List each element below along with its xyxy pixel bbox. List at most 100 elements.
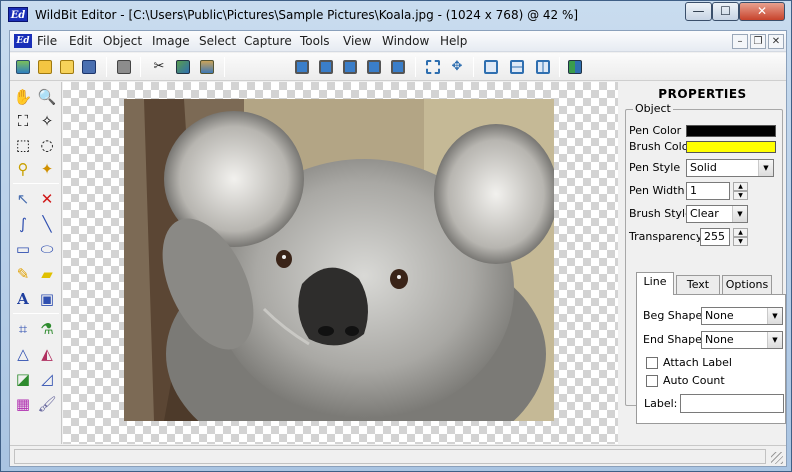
tile-vertical-icon[interactable] [533, 57, 553, 77]
paste-icon[interactable] [197, 57, 217, 77]
monitor-1-icon[interactable] [292, 57, 312, 77]
hand-icon[interactable]: ✋ [12, 86, 34, 108]
eyedropper-icon[interactable]: ⚗ [36, 318, 58, 340]
transparency-input[interactable]: 255 [700, 228, 730, 246]
auto-count-checkbox[interactable] [646, 375, 658, 387]
monitor-4-icon[interactable] [364, 57, 384, 77]
text-frame-icon[interactable]: ▣ [36, 288, 58, 310]
document-icon[interactable]: Ed [14, 34, 32, 48]
brush-icon[interactable]: 🖌 [36, 393, 58, 415]
menu-file[interactable]: File [37, 34, 57, 48]
brush-color-label: Brush Color [629, 140, 693, 153]
pencil-icon[interactable]: ✎ [12, 263, 34, 285]
spin-up-icon[interactable]: ▲ [733, 228, 748, 237]
freehand-line-icon[interactable]: ∫ [12, 213, 34, 235]
chevron-down-icon[interactable]: ▼ [767, 332, 782, 348]
select-lasso-icon[interactable]: ⛶ [12, 110, 34, 132]
line-tab-panel: Beg Shape None ▼ End Shape None ▼ Attach… [636, 294, 786, 424]
toolbar-separator [473, 57, 474, 77]
cut-icon[interactable]: ✂ [149, 57, 169, 77]
rotate-icon[interactable]: △ [12, 343, 34, 365]
maximize-button[interactable]: ☐ [712, 2, 739, 21]
koala-image[interactable] [124, 99, 554, 421]
adjust-icon[interactable]: ◪ [12, 368, 34, 390]
rectangle-icon[interactable]: ▭ [12, 238, 34, 260]
pen-style-select[interactable]: Solid ▼ [686, 159, 774, 177]
sticky-note-icon[interactable]: ▰ [36, 263, 58, 285]
menu-window[interactable]: Window [382, 34, 429, 48]
brush-style-select[interactable]: Clear ▼ [686, 205, 748, 223]
open-icon[interactable] [35, 57, 55, 77]
brush-color-swatch[interactable] [686, 141, 776, 153]
menu-object[interactable]: Object [103, 34, 142, 48]
mdi-minimize-button[interactable]: – [732, 34, 748, 49]
menu-tools[interactable]: Tools [300, 34, 330, 48]
fit-window-icon[interactable] [423, 57, 443, 77]
exit-icon[interactable] [565, 57, 585, 77]
menu-select[interactable]: Select [199, 34, 236, 48]
pen-style-value: Solid [690, 161, 717, 174]
pen-width-input[interactable]: 1 [686, 182, 730, 200]
save-icon[interactable] [79, 57, 99, 77]
end-shape-select[interactable]: None ▼ [701, 331, 783, 349]
spin-down-icon[interactable]: ▼ [733, 191, 748, 200]
pen-width-stepper[interactable]: ▲ ▼ [733, 182, 748, 200]
pan-icon[interactable]: ✥ [447, 57, 467, 77]
zoom-icon[interactable]: 🔍 [36, 86, 58, 108]
auto-count-text: Auto Count [663, 374, 725, 387]
cascade-icon[interactable] [481, 57, 501, 77]
chevron-down-icon[interactable]: ▼ [767, 308, 782, 324]
minimize-button[interactable]: — [685, 2, 712, 21]
tab-line[interactable]: Line [636, 272, 674, 295]
tab-options[interactable]: Options [722, 275, 772, 294]
tile-horizontal-icon[interactable] [507, 57, 527, 77]
new-image-icon[interactable] [13, 57, 33, 77]
menu-edit[interactable]: Edit [69, 34, 92, 48]
transparency-stepper[interactable]: ▲ ▼ [733, 228, 748, 246]
menu-capture[interactable]: Capture [244, 34, 292, 48]
line-icon[interactable]: ╲ [36, 213, 58, 235]
monitor-3-icon[interactable] [340, 57, 360, 77]
text-icon[interactable]: A [12, 288, 34, 310]
copy-icon[interactable] [173, 57, 193, 77]
spin-up-icon[interactable]: ▲ [733, 182, 748, 191]
delete-x-icon[interactable]: ✕ [36, 188, 58, 210]
palette-icon[interactable]: ▦ [12, 393, 34, 415]
label-input[interactable] [680, 394, 784, 413]
select-ellipse-icon[interactable]: ◌ [36, 134, 58, 156]
magic-wand-icon[interactable]: ✦ [36, 158, 58, 180]
mdi-close-button[interactable]: ✕ [768, 34, 784, 49]
resize-grip-icon[interactable] [771, 452, 783, 464]
attach-label-checkbox[interactable] [646, 357, 658, 369]
mdi-restore-button[interactable]: ❐ [750, 34, 766, 49]
canvas-area[interactable] [63, 82, 618, 444]
chevron-down-icon[interactable]: ▼ [732, 206, 747, 222]
menu-image[interactable]: Image [152, 34, 190, 48]
status-field [14, 449, 766, 464]
brush-style-label: Brush Style [629, 207, 692, 220]
ellipse-icon[interactable]: ⬭ [36, 238, 58, 260]
crop-icon[interactable]: ⌗ [12, 318, 34, 340]
measure-icon[interactable]: ◿ [36, 368, 58, 390]
label-field-label: Label: [644, 397, 678, 410]
beg-shape-select[interactable]: None ▼ [701, 307, 783, 325]
title-bar[interactable]: Ed WildBit Editor - [C:\Users\Public\Pic… [1, 1, 791, 29]
open-folder-icon[interactable] [57, 57, 77, 77]
spin-down-icon[interactable]: ▼ [733, 237, 748, 246]
close-button[interactable]: ✕ [739, 2, 785, 21]
monitor-5-icon[interactable] [388, 57, 408, 77]
tab-text[interactable]: Text [676, 275, 720, 294]
menu-view[interactable]: View [343, 34, 371, 48]
pointer-icon[interactable]: ↖ [12, 188, 34, 210]
pen-color-swatch[interactable] [686, 125, 776, 137]
clone-stamp-icon[interactable]: ⚲ [12, 158, 34, 180]
menu-help[interactable]: Help [440, 34, 467, 48]
flip-icon[interactable]: ◭ [36, 343, 58, 365]
select-rect-icon[interactable]: ⬚ [12, 134, 34, 156]
attach-label-text: Attach Label [663, 356, 732, 369]
monitor-2-icon[interactable] [316, 57, 336, 77]
print-icon[interactable] [114, 57, 134, 77]
app-icon[interactable]: Ed [8, 7, 28, 22]
select-freeform-icon[interactable]: ✧ [36, 110, 58, 132]
chevron-down-icon[interactable]: ▼ [758, 160, 773, 176]
